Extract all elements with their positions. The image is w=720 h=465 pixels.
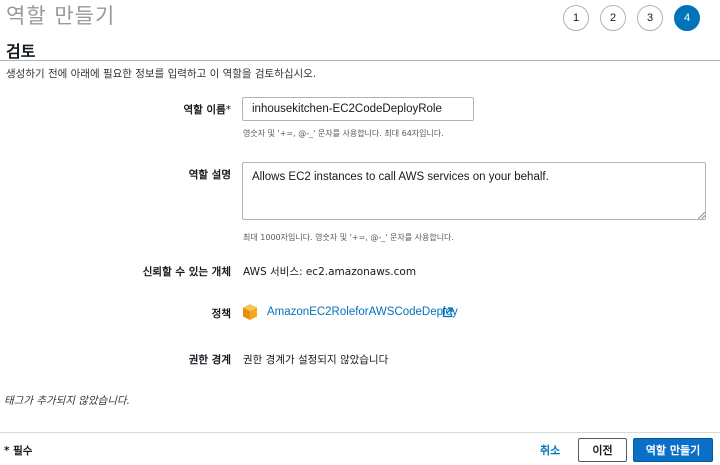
role-name-hint: 영숫자 및 '+=, @-_' 문자를 사용합니다. 최대 64자입니다. bbox=[243, 129, 444, 138]
policies-label: 정책 bbox=[211, 308, 231, 320]
role-name-label: 역할 이름* bbox=[183, 104, 231, 116]
step-4-current: 4 bbox=[674, 5, 700, 31]
step-3[interactable]: 3 bbox=[637, 5, 663, 31]
external-link-icon[interactable] bbox=[442, 307, 453, 318]
step-1[interactable]: 1 bbox=[563, 5, 589, 31]
permissions-boundary-value: 권한 경계가 설정되지 않았습니다 bbox=[243, 354, 389, 366]
role-description-label: 역할 설명 bbox=[188, 169, 231, 181]
trusted-entity-label: 신뢰할 수 있는 개체 bbox=[142, 266, 231, 278]
no-tags-note: 태그가 추가되지 않았습니다. bbox=[4, 395, 130, 407]
role-description-hint: 최대 1000자입니다. 영숫자 및 '+=, @-_' 문자를 사용합니다. bbox=[243, 233, 454, 242]
permissions-boundary-label: 권한 경계 bbox=[188, 354, 231, 366]
wizard-steps: 1 2 3 4 bbox=[563, 5, 700, 31]
cancel-button[interactable]: 취소 bbox=[540, 442, 560, 458]
required-mark: * bbox=[225, 104, 231, 116]
policy-link[interactable]: AmazonEC2RoleforAWSCodeDeploy bbox=[267, 306, 458, 318]
role-name-input[interactable] bbox=[242, 97, 474, 121]
required-note: * 필수 bbox=[4, 445, 33, 457]
section-subtitle: 생성하기 전에 아래에 필요한 정보를 입력하고 이 역할을 검토하십시오. bbox=[6, 68, 317, 80]
trusted-entity-value: AWS 서비스: ec2.amazonaws.com bbox=[243, 266, 417, 278]
page-header-title: 역할 만들기 bbox=[6, 4, 116, 28]
step-2[interactable]: 2 bbox=[600, 5, 626, 31]
role-description-textarea[interactable]: Allows EC2 instances to call AWS service… bbox=[242, 162, 706, 220]
section-title: 검토 bbox=[6, 42, 36, 61]
resize-grip-icon[interactable] bbox=[698, 212, 705, 219]
footer-divider bbox=[0, 432, 720, 433]
section-divider bbox=[0, 60, 720, 61]
aws-policy-cube-icon bbox=[243, 304, 257, 320]
previous-button[interactable]: 이전 bbox=[578, 438, 627, 462]
create-role-button[interactable]: 역할 만들기 bbox=[633, 438, 713, 462]
create-role-review-page: 역할 만들기 1 2 3 4 검토 생성하기 전에 아래에 필요한 정보를 입력… bbox=[0, 0, 720, 465]
